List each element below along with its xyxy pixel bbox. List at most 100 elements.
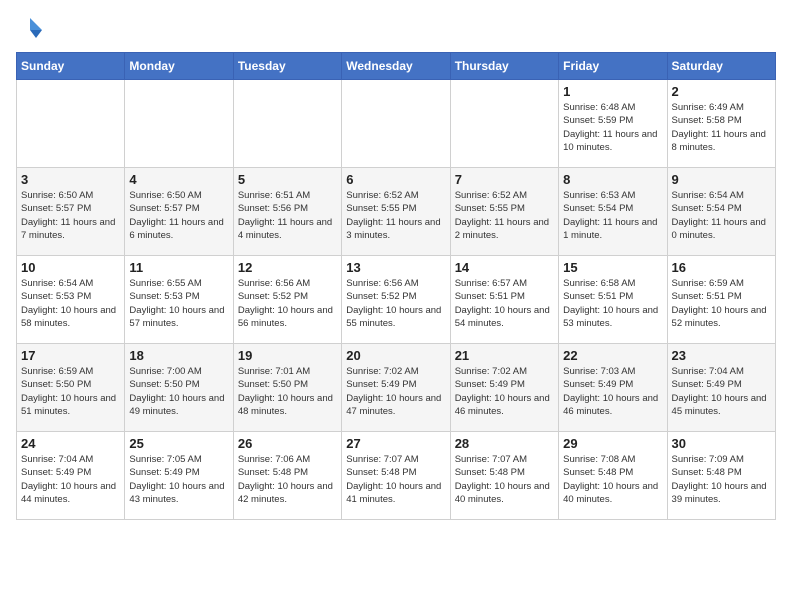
- logo-icon: [16, 16, 44, 44]
- day-info: Sunrise: 6:53 AM Sunset: 5:54 PM Dayligh…: [563, 189, 662, 242]
- day-number: 15: [563, 260, 662, 275]
- day-number: 26: [238, 436, 337, 451]
- day-info: Sunrise: 7:08 AM Sunset: 5:48 PM Dayligh…: [563, 453, 662, 506]
- weekday-header: Wednesday: [342, 53, 450, 80]
- day-info: Sunrise: 6:52 AM Sunset: 5:55 PM Dayligh…: [346, 189, 445, 242]
- day-info: Sunrise: 6:51 AM Sunset: 5:56 PM Dayligh…: [238, 189, 337, 242]
- day-number: 9: [672, 172, 771, 187]
- calendar-week-row: 1 Sunrise: 6:48 AM Sunset: 5:59 PM Daylig…: [17, 80, 776, 168]
- day-info: Sunrise: 7:06 AM Sunset: 5:48 PM Dayligh…: [238, 453, 337, 506]
- calendar-day-cell: 3 Sunrise: 6:50 AM Sunset: 5:57 PM Daylig…: [17, 168, 125, 256]
- day-number: 5: [238, 172, 337, 187]
- weekday-header: Friday: [559, 53, 667, 80]
- day-info: Sunrise: 6:54 AM Sunset: 5:53 PM Dayligh…: [21, 277, 120, 330]
- calendar-day-cell: 20 Sunrise: 7:02 AM Sunset: 5:49 PM Dayli…: [342, 344, 450, 432]
- day-number: 13: [346, 260, 445, 275]
- calendar-day-cell: 26 Sunrise: 7:06 AM Sunset: 5:48 PM Dayli…: [233, 432, 341, 520]
- day-info: Sunrise: 6:58 AM Sunset: 5:51 PM Dayligh…: [563, 277, 662, 330]
- day-info: Sunrise: 7:01 AM Sunset: 5:50 PM Dayligh…: [238, 365, 337, 418]
- day-info: Sunrise: 6:48 AM Sunset: 5:59 PM Dayligh…: [563, 101, 662, 154]
- calendar-day-cell: 18Sunrise: 7:00 AM Sunset: 5:50 PM Dayli…: [125, 344, 233, 432]
- calendar-day-cell: 2 Sunrise: 6:49 AM Sunset: 5:58 PM Daylig…: [667, 80, 775, 168]
- day-info: Sunrise: 6:59 AM Sunset: 5:51 PM Dayligh…: [672, 277, 771, 330]
- weekday-header: Tuesday: [233, 53, 341, 80]
- weekday-header: Monday: [125, 53, 233, 80]
- calendar-day-cell: [450, 80, 558, 168]
- day-info: Sunrise: 7:09 AM Sunset: 5:48 PM Dayligh…: [672, 453, 771, 506]
- calendar-day-cell: 23 Sunrise: 7:04 AM Sunset: 5:49 PM Dayli…: [667, 344, 775, 432]
- day-info: Sunrise: 6:54 AM Sunset: 5:54 PM Dayligh…: [672, 189, 771, 242]
- day-number: 7: [455, 172, 554, 187]
- day-info: Sunrise: 7:04 AM Sunset: 5:49 PM Dayligh…: [672, 365, 771, 418]
- weekday-header: Thursday: [450, 53, 558, 80]
- calendar-day-cell: 6 Sunrise: 6:52 AM Sunset: 5:55 PM Daylig…: [342, 168, 450, 256]
- calendar-day-cell: [17, 80, 125, 168]
- day-number: 1: [563, 84, 662, 99]
- calendar-day-cell: 25Sunrise: 7:05 AM Sunset: 5:49 PM Dayli…: [125, 432, 233, 520]
- day-info: Sunrise: 6:50 AM Sunset: 5:57 PM Dayligh…: [129, 189, 228, 242]
- calendar-day-cell: 22 Sunrise: 7:03 AM Sunset: 5:49 PM Dayli…: [559, 344, 667, 432]
- day-info: Sunrise: 7:00 AM Sunset: 5:50 PM Dayligh…: [129, 365, 228, 418]
- logo: [16, 16, 48, 44]
- day-info: Sunrise: 6:49 AM Sunset: 5:58 PM Dayligh…: [672, 101, 771, 154]
- day-number: 22: [563, 348, 662, 363]
- day-number: 29: [563, 436, 662, 451]
- calendar-day-cell: 24 Sunrise: 7:04 AM Sunset: 5:49 PM Dayli…: [17, 432, 125, 520]
- day-info: Sunrise: 6:50 AM Sunset: 5:57 PM Dayligh…: [21, 189, 120, 242]
- calendar-week-row: 17 Sunrise: 6:59 AM Sunset: 5:50 PM Dayli…: [17, 344, 776, 432]
- day-number: 17: [21, 348, 120, 363]
- weekday-header: Saturday: [667, 53, 775, 80]
- day-number: 4: [129, 172, 228, 187]
- day-info: Sunrise: 7:02 AM Sunset: 5:49 PM Dayligh…: [455, 365, 554, 418]
- calendar-day-cell: 1 Sunrise: 6:48 AM Sunset: 5:59 PM Daylig…: [559, 80, 667, 168]
- day-info: Sunrise: 7:04 AM Sunset: 5:49 PM Dayligh…: [21, 453, 120, 506]
- calendar-header-row: SundayMondayTuesdayWednesdayThursdayFrid…: [17, 53, 776, 80]
- calendar-day-cell: 4 Sunrise: 6:50 AM Sunset: 5:57 PM Daylig…: [125, 168, 233, 256]
- calendar-day-cell: 29 Sunrise: 7:08 AM Sunset: 5:48 PM Dayli…: [559, 432, 667, 520]
- calendar-day-cell: 28Sunrise: 7:07 AM Sunset: 5:48 PM Dayli…: [450, 432, 558, 520]
- day-number: 11: [129, 260, 228, 275]
- calendar-day-cell: 10 Sunrise: 6:54 AM Sunset: 5:53 PM Dayli…: [17, 256, 125, 344]
- day-info: Sunrise: 6:52 AM Sunset: 5:55 PM Dayligh…: [455, 189, 554, 242]
- day-number: 2: [672, 84, 771, 99]
- day-number: 14: [455, 260, 554, 275]
- day-info: Sunrise: 6:56 AM Sunset: 5:52 PM Dayligh…: [238, 277, 337, 330]
- day-info: Sunrise: 7:03 AM Sunset: 5:49 PM Dayligh…: [563, 365, 662, 418]
- day-info: Sunrise: 7:02 AM Sunset: 5:49 PM Dayligh…: [346, 365, 445, 418]
- day-number: 21: [455, 348, 554, 363]
- day-number: 3: [21, 172, 120, 187]
- calendar-day-cell: [342, 80, 450, 168]
- day-number: 6: [346, 172, 445, 187]
- calendar-day-cell: 11 Sunrise: 6:55 AM Sunset: 5:53 PM Dayli…: [125, 256, 233, 344]
- calendar-week-row: 24 Sunrise: 7:04 AM Sunset: 5:49 PM Dayli…: [17, 432, 776, 520]
- day-number: 20: [346, 348, 445, 363]
- day-number: 23: [672, 348, 771, 363]
- day-number: 12: [238, 260, 337, 275]
- day-info: Sunrise: 6:55 AM Sunset: 5:53 PM Dayligh…: [129, 277, 228, 330]
- calendar-day-cell: 12 Sunrise: 6:56 AM Sunset: 5:52 PM Dayli…: [233, 256, 341, 344]
- day-number: 8: [563, 172, 662, 187]
- calendar-day-cell: 19 Sunrise: 7:01 AM Sunset: 5:50 PM Dayli…: [233, 344, 341, 432]
- page-header: [16, 16, 776, 44]
- day-number: 24: [21, 436, 120, 451]
- calendar-day-cell: 13Sunrise: 6:56 AM Sunset: 5:52 PM Dayli…: [342, 256, 450, 344]
- calendar-day-cell: 27 Sunrise: 7:07 AM Sunset: 5:48 PM Dayli…: [342, 432, 450, 520]
- calendar-day-cell: 16 Sunrise: 6:59 AM Sunset: 5:51 PM Dayli…: [667, 256, 775, 344]
- day-number: 19: [238, 348, 337, 363]
- calendar-day-cell: 14 Sunrise: 6:57 AM Sunset: 5:51 PM Dayli…: [450, 256, 558, 344]
- day-number: 10: [21, 260, 120, 275]
- calendar-day-cell: 9 Sunrise: 6:54 AM Sunset: 5:54 PM Daylig…: [667, 168, 775, 256]
- day-number: 27: [346, 436, 445, 451]
- day-number: 16: [672, 260, 771, 275]
- weekday-header: Sunday: [17, 53, 125, 80]
- day-info: Sunrise: 7:07 AM Sunset: 5:48 PM Dayligh…: [346, 453, 445, 506]
- day-info: Sunrise: 7:07 AM Sunset: 5:48 PM Dayligh…: [455, 453, 554, 506]
- day-info: Sunrise: 6:57 AM Sunset: 5:51 PM Dayligh…: [455, 277, 554, 330]
- calendar-day-cell: 5 Sunrise: 6:51 AM Sunset: 5:56 PM Daylig…: [233, 168, 341, 256]
- calendar-table: SundayMondayTuesdayWednesdayThursdayFrid…: [16, 52, 776, 520]
- calendar-day-cell: 30 Sunrise: 7:09 AM Sunset: 5:48 PM Dayli…: [667, 432, 775, 520]
- day-info: Sunrise: 6:59 AM Sunset: 5:50 PM Dayligh…: [21, 365, 120, 418]
- calendar-day-cell: [125, 80, 233, 168]
- calendar-day-cell: 8 Sunrise: 6:53 AM Sunset: 5:54 PM Daylig…: [559, 168, 667, 256]
- day-number: 30: [672, 436, 771, 451]
